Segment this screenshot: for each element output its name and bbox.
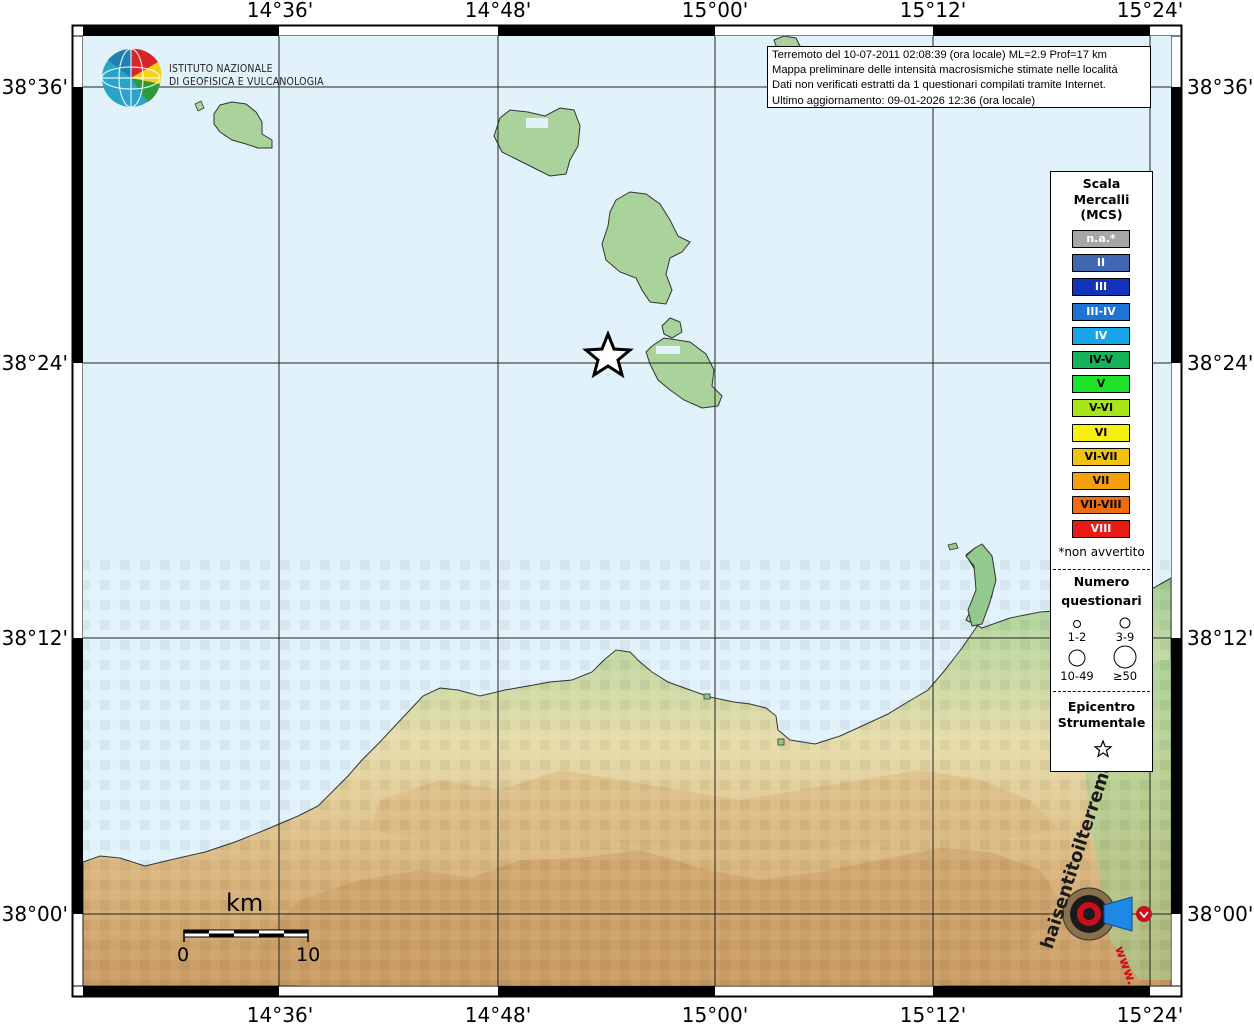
scale-bar-end: 10 — [296, 944, 321, 966]
legend-swatch: IV — [1072, 326, 1130, 345]
questionari-circle-icon — [1119, 617, 1131, 629]
logo-line-2: DI GEOFISICA E VULCANOLOGIA — [169, 77, 324, 88]
epicentro-title-line: Strumentale — [1057, 715, 1146, 730]
legend-swatch: V — [1072, 375, 1130, 394]
scale-bar-start: 0 — [177, 944, 190, 966]
top-axis-label: 15°00' — [682, 0, 748, 22]
bottom-axis-label: 15°00' — [682, 1003, 748, 1024]
questionari-circle-icon — [1073, 620, 1081, 628]
info-line-2: Mappa preliminare delle intensità macros… — [772, 64, 1118, 77]
legend-note: *non avvertito — [1058, 545, 1145, 559]
top-axis-label: 14°36' — [247, 0, 313, 22]
legend-star-icon — [1093, 739, 1113, 758]
legend-divider — [1053, 691, 1150, 692]
questionari-size-label: 10-49 — [1060, 669, 1094, 683]
legend-divider — [1053, 569, 1150, 570]
info-line-3: Dati non verificati estratti da 1 questi… — [772, 79, 1106, 92]
right-axis-label: 38°00' — [1187, 902, 1253, 926]
right-axis-label: 38°12' — [1187, 626, 1253, 650]
info-line-4: Ultimo aggiornamento: 09-01-2026 12:36 (… — [772, 94, 1036, 107]
legend-swatch: VII — [1072, 472, 1130, 490]
right-axis-label: 38°36' — [1187, 75, 1253, 99]
ingv-logo-text: ISTITUTO NAZIONALE DI GEOFISICA E VULCAN… — [169, 63, 324, 89]
legend-swatch: IV-V — [1072, 351, 1130, 369]
questionari-title: Numero questionari — [1051, 572, 1152, 610]
legend-title-line: (MCS) — [1080, 207, 1123, 222]
top-axis-label: 15°24' — [1117, 0, 1183, 22]
legend-swatch: III — [1072, 278, 1130, 297]
epicentro-title: Epicentro Strumentale — [1051, 699, 1152, 731]
logo-line-1: ISTITUTO NAZIONALE — [169, 64, 273, 75]
scale-bar-unit: km — [226, 889, 264, 917]
bottom-axis-label: 15°24' — [1117, 1003, 1183, 1024]
bottom-axis-label: 15°12' — [900, 1003, 966, 1024]
questionari-title-line: questionari — [1061, 593, 1142, 608]
epicentro-title-line: Epicentro — [1067, 699, 1136, 714]
left-axis-label: 38°36' — [2, 75, 68, 99]
top-axis-label: 14°48' — [465, 0, 531, 22]
questionari-circle-icon — [1113, 645, 1137, 669]
right-axis-label: 38°24' — [1187, 351, 1253, 375]
legend-title-line: Scala — [1082, 176, 1121, 191]
left-axis-label: 38°12' — [2, 626, 68, 650]
questionari-size-label: 1-2 — [1067, 630, 1087, 644]
legend: Scala Mercalli (MCS) n.a.* II III III-IV IV I… — [1050, 171, 1153, 772]
legend-swatch: VI-VII — [1072, 447, 1130, 466]
legend-swatch: V-VI — [1072, 399, 1130, 418]
legend-swatch: n.a.* — [1072, 230, 1130, 248]
questionari-title-line: Numero — [1073, 574, 1130, 589]
event-info-box: Terremoto del 10-07-2011 02:08:39 (ora l… — [767, 46, 1151, 108]
legend-title: Scala Mercalli (MCS) — [1051, 176, 1152, 223]
questionari-size-label: ≥50 — [1112, 669, 1138, 683]
questionari-size-label: 3-9 — [1115, 630, 1135, 644]
legend-swatch: II — [1072, 254, 1130, 273]
questionari-circle-icon — [1068, 649, 1086, 667]
info-line-1: Terremoto del 10-07-2011 02:08:39 (ora l… — [772, 49, 1107, 61]
legend-title-line: Mercalli — [1073, 191, 1130, 207]
top-axis-label: 15°12' — [900, 0, 966, 22]
legend-swatch: VIII — [1072, 520, 1130, 539]
ingv-logo-icon — [101, 48, 162, 108]
legend-swatch: VI — [1072, 423, 1130, 442]
legend-swatch: III-IV — [1072, 302, 1130, 321]
left-axis-label: 38°24' — [2, 351, 68, 375]
bottom-axis-label: 14°36' — [247, 1003, 313, 1024]
legend-swatch: VII-VIII — [1072, 496, 1130, 515]
bottom-axis-label: 14°48' — [465, 1003, 531, 1024]
left-axis-label: 38°00' — [2, 902, 68, 926]
